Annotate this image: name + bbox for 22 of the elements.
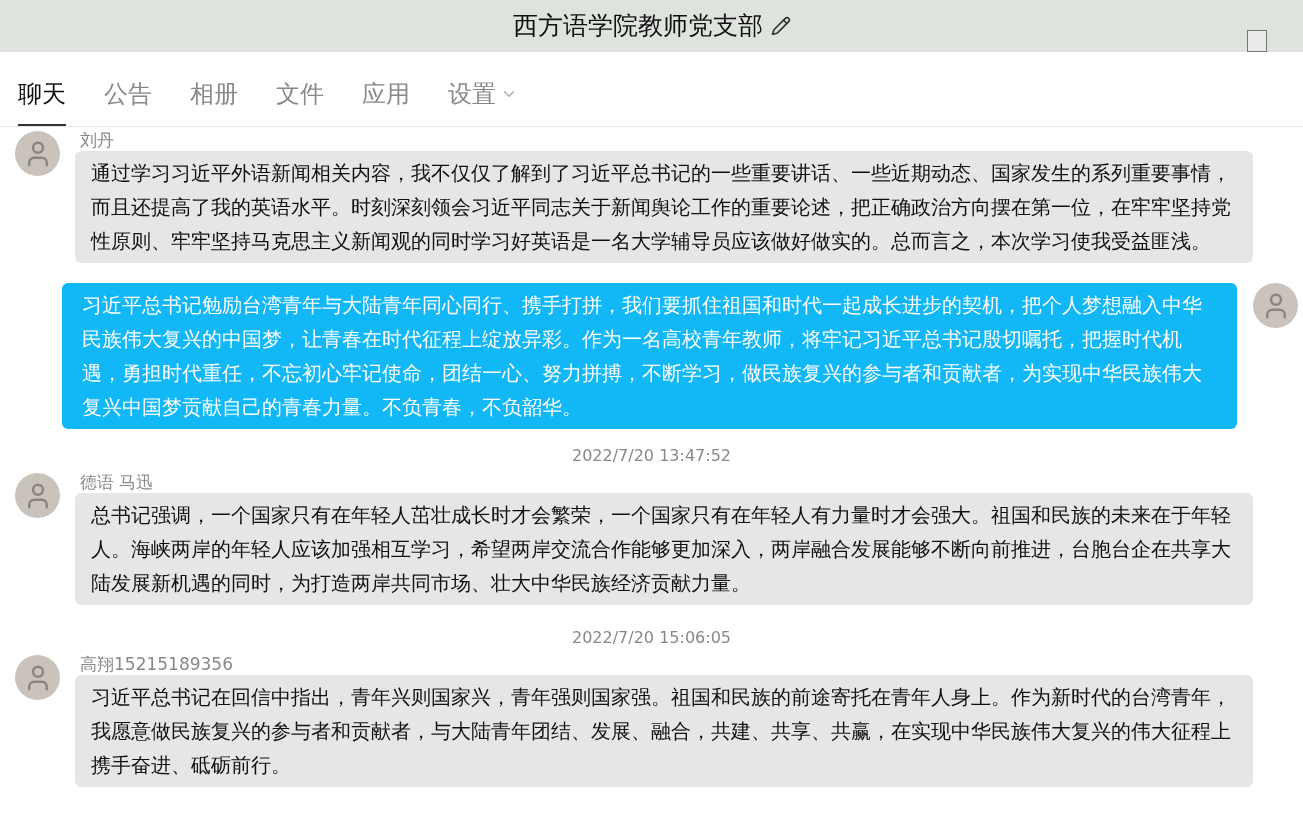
message-bubble: 习近平总书记勉励台湾青年与大陆青年同心同行、携手打拼，我们要抓住祖国和时代一起成长进步的契机，把个人梦想融入中华民族伟大复兴的中国梦，让青春在时代征程上绽放异彩。作为一名高校青年教师，将牢记习近平总书记殷切嘱托，把握时代机遇，勇担时代重任，不忘初心牢记使命，团结一心、努力拼搏，不断学习，做民族复兴的参与者和贡献者，为实现中华民族伟大复兴中国梦贡献自己的青春力量。不负青春，不负韶华。 <box>62 283 1237 429</box>
tab[interactable]: 设置 <box>448 76 518 126</box>
sender-name: 高翔15215189356 <box>79 655 234 673</box>
message-timestamp: 2022/7/20 15:06:05 <box>572 627 731 649</box>
message-bubble: 通过学习习近平外语新闻相关内容，我不仅仅了解到了习近平总书记的一些重要讲话、一些近期动态、国家发生的系列重要事情，而且还提高了我的英语水平。时刻深刻领会习近平同志关于新闻舆论工作的重要论述，把正确政治方向摆在第一位，在牢牢坚持党性原则、牢牢坚持马克思主义新闻观的同时学习好英语是一名大学辅导员应该做好做实的。总而言之，本次学习使我受益匪浅。 <box>75 151 1253 263</box>
message-bubble: 习近平总书记在回信中指出，青年兴则国家兴，青年强则国家强。祖国和民族的前途寄托在青年人身上。作为新时代的台湾青年，我愿意做民族复兴的参与者和贡献者，与大陆青年团结、发展、融合，共建、共享、共赢，在实现中华民族伟大复兴的伟大征程上携手奋进、砥砺前行。 <box>75 675 1253 787</box>
tab[interactable]: 聊天 <box>18 76 66 126</box>
sender-name: 刘丹 <box>79 131 115 149</box>
tab[interactable]: 公告 <box>104 76 152 126</box>
window-icon[interactable] <box>1247 30 1267 52</box>
message-bubble: 总书记强调，一个国家只有在年轻人茁壮成长时才会繁荣，一个国家只有在年轻人有力量时才会强大。祖国和民族的未来在于年轻人。海峡两岸的年轻人应该加强相互学习，希望两岸交流合作能够更加深入，两岸融合发展能够不断向前推进，台胞台企在共享大陆发展新机遇的同时，为打造两岸共同市场、壮大中华民族经济贡献力量。 <box>75 493 1253 605</box>
avatar <box>1253 283 1298 328</box>
group-title: 西方语学院教师党支部 <box>512 10 763 43</box>
avatar <box>15 131 60 176</box>
tab[interactable]: 相册 <box>190 76 238 126</box>
edit-icon[interactable] <box>770 16 791 36</box>
tab[interactable]: 应用 <box>362 76 410 126</box>
message-timestamp: 2022/7/20 13:47:52 <box>572 445 731 467</box>
sender-name: 德语 马迅 <box>79 473 155 491</box>
avatar <box>15 655 60 700</box>
avatar <box>15 473 60 518</box>
tab[interactable]: 文件 <box>276 76 324 126</box>
